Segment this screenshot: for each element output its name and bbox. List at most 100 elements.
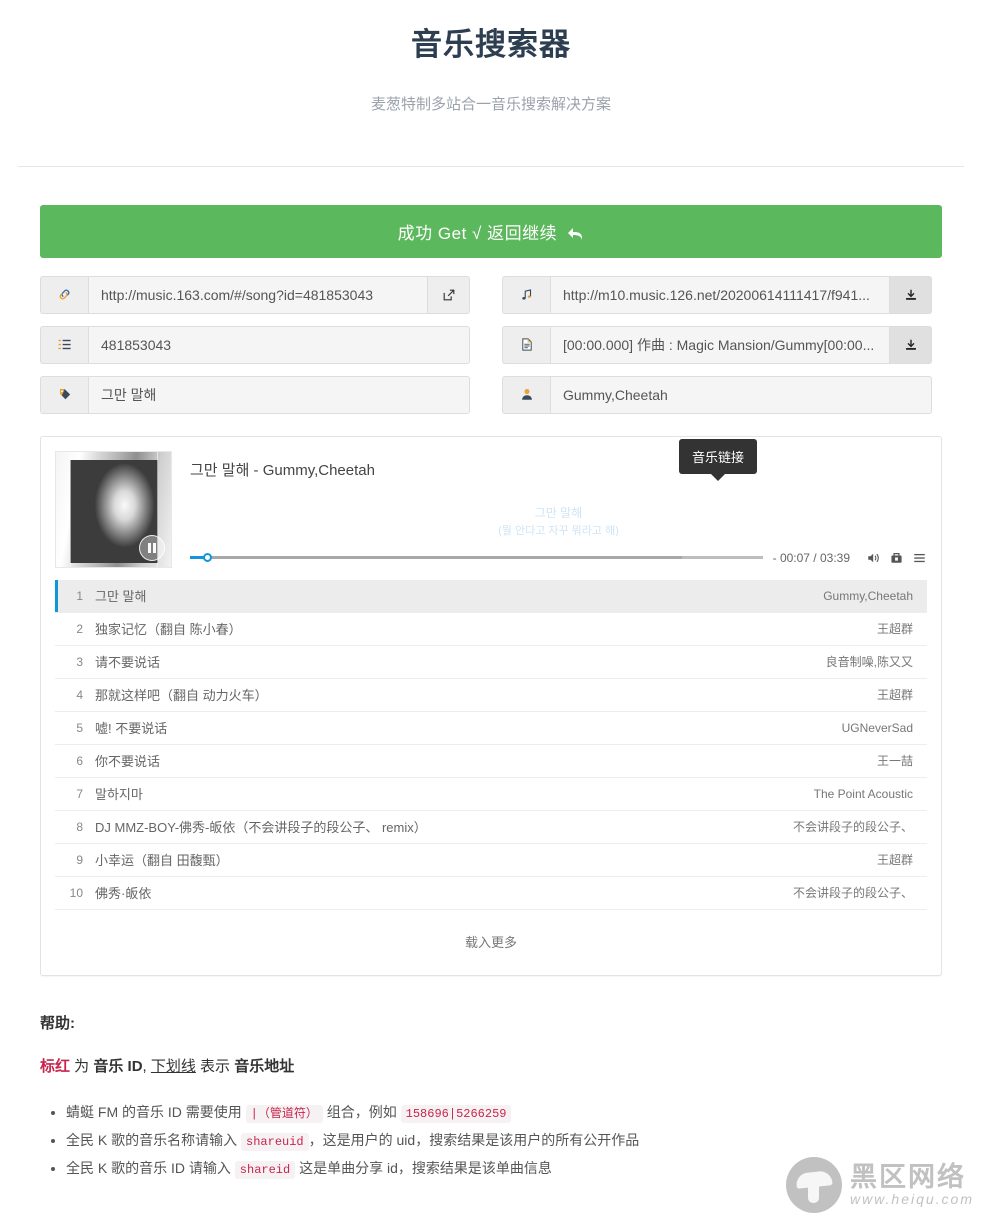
mushroom-stem (807, 1183, 819, 1203)
music-player-card: 그만 말해 - Gummy,Cheetah 그만 말해 (뭘 안다고 자꾸 뭐라… (40, 435, 942, 976)
field-song-id: 481853043 (40, 325, 470, 364)
row-title: 말하지마 (95, 787, 143, 803)
row-index: 2 (76, 621, 83, 636)
legend-red-word: 标红 (40, 1057, 71, 1075)
table-row[interactable]: 4 那就这样吧（翻自 动力火车） 王超群 (55, 679, 927, 712)
field-music-file-url: http://m10.music.126.net/20200614111417/… (502, 275, 932, 314)
song-name-value: 그만 말해 (101, 386, 157, 403)
lyrics-value: [00:00.000] 作曲 : Magic Mansion/Gummy[00:… (563, 336, 875, 353)
row-artist: 不会讲段子的段公子、 (792, 820, 913, 835)
table-row[interactable]: 5 嘘! 不要说话 UGNeverSad (55, 712, 927, 745)
music-note-icon (502, 275, 550, 314)
row-artist: 王超群 (876, 622, 913, 637)
row-index: 5 (76, 720, 83, 735)
progress-bar[interactable] (190, 553, 763, 563)
row-index: 10 (69, 885, 83, 900)
song-page-url-value: http://music.163.com/#/song?id=481853043 (101, 286, 374, 303)
download-icon[interactable] (888, 550, 904, 566)
field-grid: http://music.163.com/#/song?id=481853043 (40, 275, 942, 414)
progress-loaded (190, 556, 683, 560)
row-artist: UGNeverSad (841, 720, 913, 735)
success-banner-label: 成功 Get √ 返回继续 (397, 223, 558, 243)
help-code-2: 158696|5266259 (400, 1104, 512, 1123)
row-title: 请不要说话 (95, 655, 161, 671)
table-row[interactable]: 8 DJ MMZ-BOY-佛秀-皈依（不会讲段子的段公子、 remix） 不会讲… (55, 811, 927, 844)
help-text-part2: 组合，例如 (322, 1103, 401, 1120)
return-arrow-icon (566, 224, 584, 243)
album-fold-left (70, 451, 71, 567)
download-music-button[interactable] (890, 275, 932, 314)
field-lyrics: [00:00.000] 作曲 : Magic Mansion/Gummy[00:… (502, 325, 932, 364)
legend-after-red: 为 (70, 1057, 94, 1075)
row-artist: The Point Acoustic (813, 786, 913, 801)
row-title: 你不要说话 (95, 754, 161, 770)
help-legend: 标红 为 音乐 ID, 下划线 表示 音乐地址 (40, 1055, 942, 1076)
album-art (55, 450, 172, 568)
play-pause-button[interactable] (139, 534, 165, 561)
help-text-part1: 全民 K 歌的音乐名称请输入 (66, 1131, 242, 1148)
list-item: 蜻蜓 FM 的音乐 ID 需要使用 |（管道符） 组合，例如 158696|52… (66, 1098, 942, 1126)
legend-bold-2: 音乐地址 (234, 1057, 295, 1075)
row-artist: 不会讲段子的段公子、 (792, 886, 913, 901)
player-main: 그만 말해 - Gummy,Cheetah 그만 말해 (뭘 안다고 자꾸 뭐라… (172, 451, 927, 566)
row-artist: 良音制噪,陈又又 (825, 655, 913, 670)
main-content: 成功 Get √ 返回继续 音乐链接 http://music.163.com/… (0, 204, 982, 976)
table-row[interactable]: 2 独家记忆（翻自 陈小春） 王超群 (55, 613, 927, 646)
row-index: 1 (76, 588, 83, 603)
table-row[interactable]: 1 그만 말해 Gummy,Cheetah (55, 579, 927, 613)
row-index: 8 (76, 819, 83, 834)
page-header: 音乐搜索器 麦葱特制多站合一音乐搜索解决方案 (0, 0, 982, 114)
table-row[interactable]: 3 请不要说话 良音制噪,陈又又 (55, 646, 927, 679)
help-code-1: shareid (234, 1160, 296, 1179)
music-file-url-value: http://m10.music.126.net/20200614111417/… (563, 286, 870, 303)
success-banner[interactable]: 成功 Get √ 返回继续 (40, 204, 942, 258)
legend-bold-1: 音乐 ID (93, 1057, 143, 1075)
row-title: 独家记忆（翻自 陈小春） (95, 622, 242, 638)
help-code-1: shareuid (241, 1132, 309, 1151)
row-title: 那就这样吧（翻自 动力火车） (95, 688, 268, 704)
row-title: 그만 말해 (95, 589, 147, 605)
row-title: DJ MMZ-BOY-佛秀-皈依（不会讲段子的段公子、 remix） (95, 820, 427, 836)
table-row[interactable]: 9 小幸运（翻自 田馥甄） 王超群 (55, 844, 927, 877)
field-song-page-url: http://music.163.com/#/song?id=481853043 (40, 275, 470, 314)
song-page-url-input[interactable]: http://music.163.com/#/song?id=481853043 (88, 275, 428, 314)
music-link-tooltip: 音乐链接 (679, 438, 758, 481)
tag-icon (40, 375, 88, 414)
help-text-part2: ，这是用户的 uid，搜索结果是该用户的所有公开作品 (308, 1131, 640, 1148)
player-lyrics: 그만 말해 (뭘 안다고 자꾸 뭐라고 해) (190, 504, 927, 544)
row-title: 小幸运（翻自 田馥甄） (95, 853, 229, 869)
user-icon (502, 375, 550, 414)
row-title: 嘘! 不要说话 (95, 721, 168, 737)
player-controls: - 00:07 / 03:39 (190, 550, 927, 566)
lyrics-input[interactable]: [00:00.000] 作曲 : Magic Mansion/Gummy[00:… (550, 325, 890, 364)
help-code-1: |（管道符） (245, 1104, 323, 1123)
row-title: 佛秀·皈依 (95, 886, 152, 902)
field-song-name: 그만 말해 (40, 375, 470, 414)
lyric-line-next: (뭘 안다고 자꾸 뭐라고 해) (498, 524, 619, 537)
list-item: 全民 K 歌的音乐名称请输入 shareuid，这是用户的 uid，搜索结果是该… (66, 1126, 942, 1154)
row-artist: 王超群 (876, 853, 913, 868)
progress-handle[interactable] (203, 553, 213, 563)
playlist-icon[interactable] (911, 550, 927, 566)
help-title: 帮助: (40, 1014, 75, 1032)
artist-input[interactable]: Gummy,Cheetah (550, 375, 932, 414)
music-file-url-input[interactable]: http://m10.music.126.net/20200614111417/… (550, 275, 890, 314)
watermark-text: 黑区网络 www.heiqu.com (850, 1162, 974, 1207)
song-name-input[interactable]: 그만 말해 (88, 375, 470, 414)
open-external-button[interactable] (428, 275, 470, 314)
volume-icon[interactable] (865, 550, 881, 566)
download-lyrics-button[interactable] (890, 325, 932, 364)
row-artist: 王超群 (876, 688, 913, 703)
song-id-input[interactable]: 481853043 (88, 325, 470, 364)
table-row[interactable]: 10 佛秀·皈依 不会讲段子的段公子、 (55, 877, 927, 910)
table-row[interactable]: 7 말하지마 The Point Acoustic (55, 778, 927, 811)
player-song-title: 그만 말해 - Gummy,Cheetah (190, 461, 375, 479)
link-icon (40, 275, 88, 314)
help-text-part1: 全民 K 歌的音乐 ID 请输入 (66, 1159, 235, 1176)
load-more-button[interactable]: 载入更多 (55, 910, 927, 961)
tooltip-label: 音乐链接 (692, 449, 745, 465)
row-artist: Gummy,Cheetah (823, 588, 913, 603)
table-row[interactable]: 6 你不要说话 王一喆 (55, 745, 927, 778)
field-artist: Gummy,Cheetah (502, 375, 932, 414)
row-artist: 王一喆 (876, 754, 913, 769)
